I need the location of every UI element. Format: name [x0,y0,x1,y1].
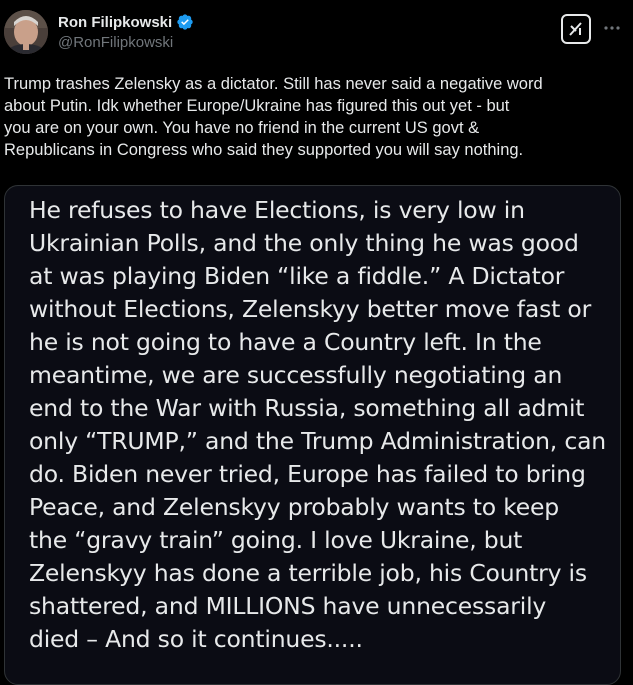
avatar-photo [4,10,48,54]
display-name-row: Ron Filipkowski [58,12,194,32]
display-name[interactable]: Ron Filipkowski [58,14,172,31]
more-options-icon [604,26,620,30]
quoted-image-card[interactable]: He refuses to have Elections, is very lo… [4,185,621,685]
quoted-image-text: He refuses to have Elections, is very lo… [29,196,606,653]
avatar[interactable] [4,10,48,54]
grok-icon [569,22,582,36]
tweet-text: Trump trashes Zelensky as a dictator. St… [4,75,543,159]
user-info: Ron Filipkowski @RonFilipkowski [58,12,194,51]
verified-badge-icon [176,13,194,31]
grok-button[interactable] [561,14,591,44]
user-handle[interactable]: @RonFilipkowski [58,34,194,51]
more-options-button[interactable] [598,14,626,42]
